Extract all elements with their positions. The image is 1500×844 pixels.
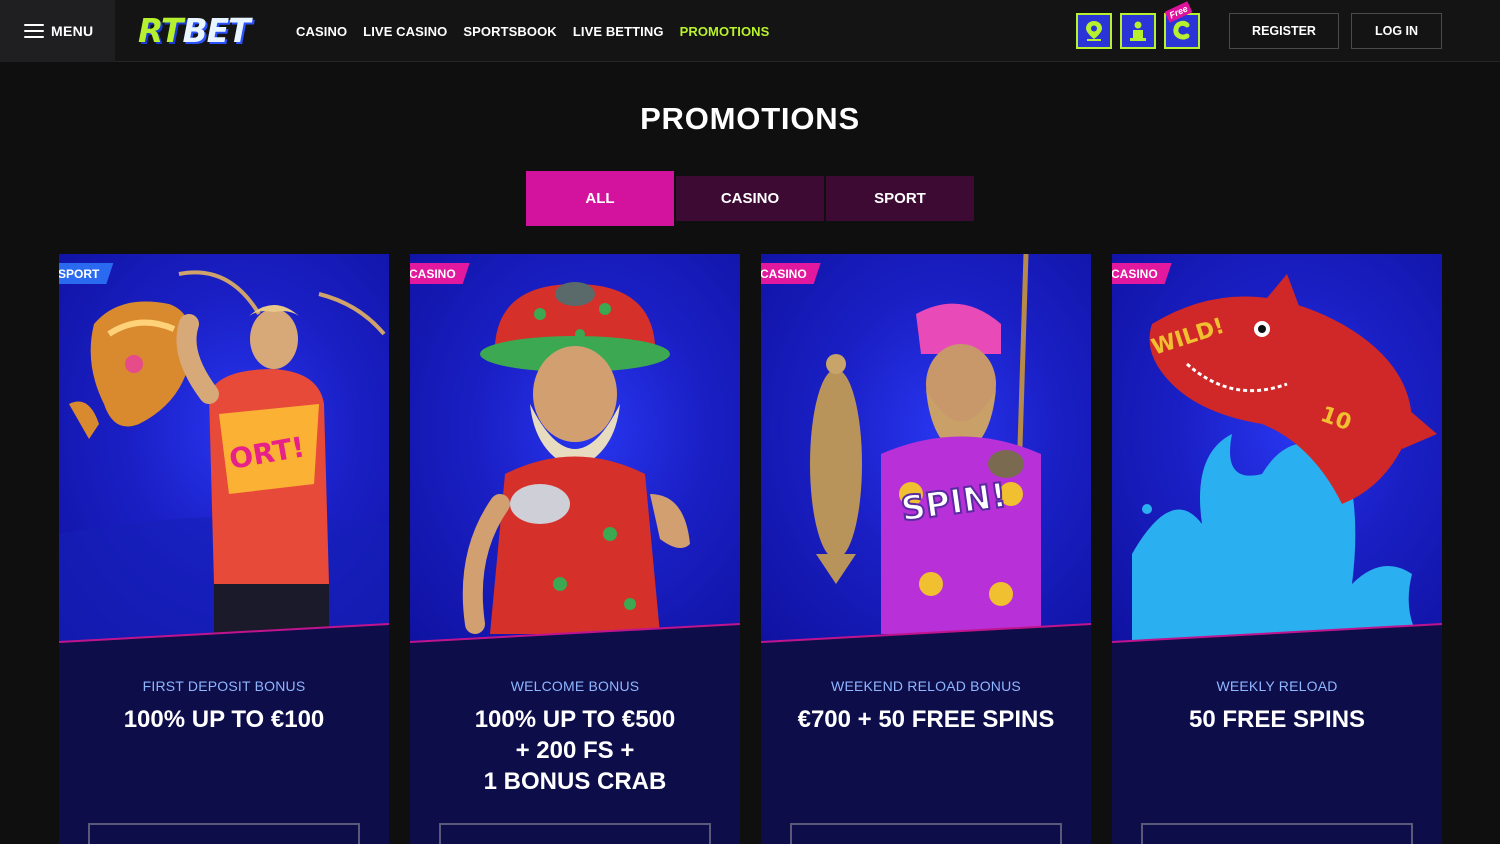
map-pin-button[interactable] [1076,13,1112,49]
card-divider [1112,623,1442,643]
promo-image-fisherman: SPIN! [761,254,1091,642]
nav-live-casino[interactable]: LIVE CASINO [363,24,447,39]
rtbet-logo[interactable]: RT BET [138,10,251,50]
promo-image-old-man [410,254,740,642]
nav-casino[interactable]: CASINO [296,24,347,39]
promo-image-shark: WILD! 10 [1112,254,1442,642]
badge-sport: SPORT [59,263,113,284]
card-divider [761,623,1091,643]
card-more-button[interactable] [1141,823,1413,844]
free-coin-button[interactable]: Free [1164,1,1200,49]
promo-cards: ORT! SPORT FIRST DEPOSIT BONUS 100% UP T… [59,254,1442,844]
nav-sportsbook[interactable]: SPORTSBOOK [463,24,556,39]
main-nav: CASINO LIVE CASINO SPORTSBOOK LIVE BETTI… [296,0,769,62]
tab-sport[interactable]: SPORT [826,176,974,221]
card-divider [410,623,740,643]
card-more-button[interactable] [790,823,1062,844]
card-subtitle: FIRST DEPOSIT BONUS [142,678,306,694]
promo-card[interactable]: SPIN! CASINO WEEKEND RELOAD BONUS €700 +… [761,254,1091,844]
card-title: 100% UP TO €100 [123,706,325,733]
hamburger-icon [24,24,44,38]
support-button[interactable] [1120,13,1156,49]
nav-promotions[interactable]: PROMOTIONS [680,24,770,39]
header-icon-buttons: Free [1076,1,1200,49]
badge-casino: CASINO [1112,263,1172,284]
card-title: 50 FREE SPINS [1188,706,1366,733]
login-button[interactable]: LOG IN [1351,13,1442,49]
page-title: PROMOTIONS [640,101,860,136]
top-header: MENU RT BET CASINO LIVE CASINO SPORTSBOOK… [0,0,1500,62]
promo-image-footballer: ORT! [59,254,389,642]
tab-all[interactable]: ALL [526,171,674,226]
promo-card[interactable]: CASINO WELCOME BONUS 100% UP TO €500 + 2… [410,254,740,844]
promo-card[interactable]: WILD! 10 CASINO WEEKLY RELOAD 50 FREE SP… [1112,254,1442,844]
card-more-button[interactable] [439,823,711,844]
card-title: 100% UP TO €500 + 200 FS + 1 BONUS CRAB [474,706,676,795]
badge-casino: CASINO [761,263,821,284]
card-subtitle: WEEKLY RELOAD [1216,678,1338,694]
nav-live-betting[interactable]: LIVE BETTING [573,24,664,39]
card-more-button[interactable] [88,823,360,844]
card-title: €700 + 50 FREE SPINS [797,706,1055,733]
support-agent-icon [1130,21,1146,41]
badge-casino: CASINO [410,263,470,284]
card-divider [59,623,389,643]
tab-casino[interactable]: CASINO [676,176,824,221]
promo-card[interactable]: ORT! SPORT FIRST DEPOSIT BONUS 100% UP T… [59,254,389,844]
menu-button[interactable]: MENU [0,0,115,62]
free-coin-icon [1173,20,1190,40]
menu-label: MENU [51,23,94,39]
promo-filter-tabs: ALL CASINO SPORT [526,171,974,226]
register-button[interactable]: REGISTER [1229,13,1339,49]
card-subtitle: WELCOME BONUS [510,678,640,694]
map-pin-icon [1086,21,1102,41]
card-subtitle: WEEKEND RELOAD BONUS [831,678,1021,694]
